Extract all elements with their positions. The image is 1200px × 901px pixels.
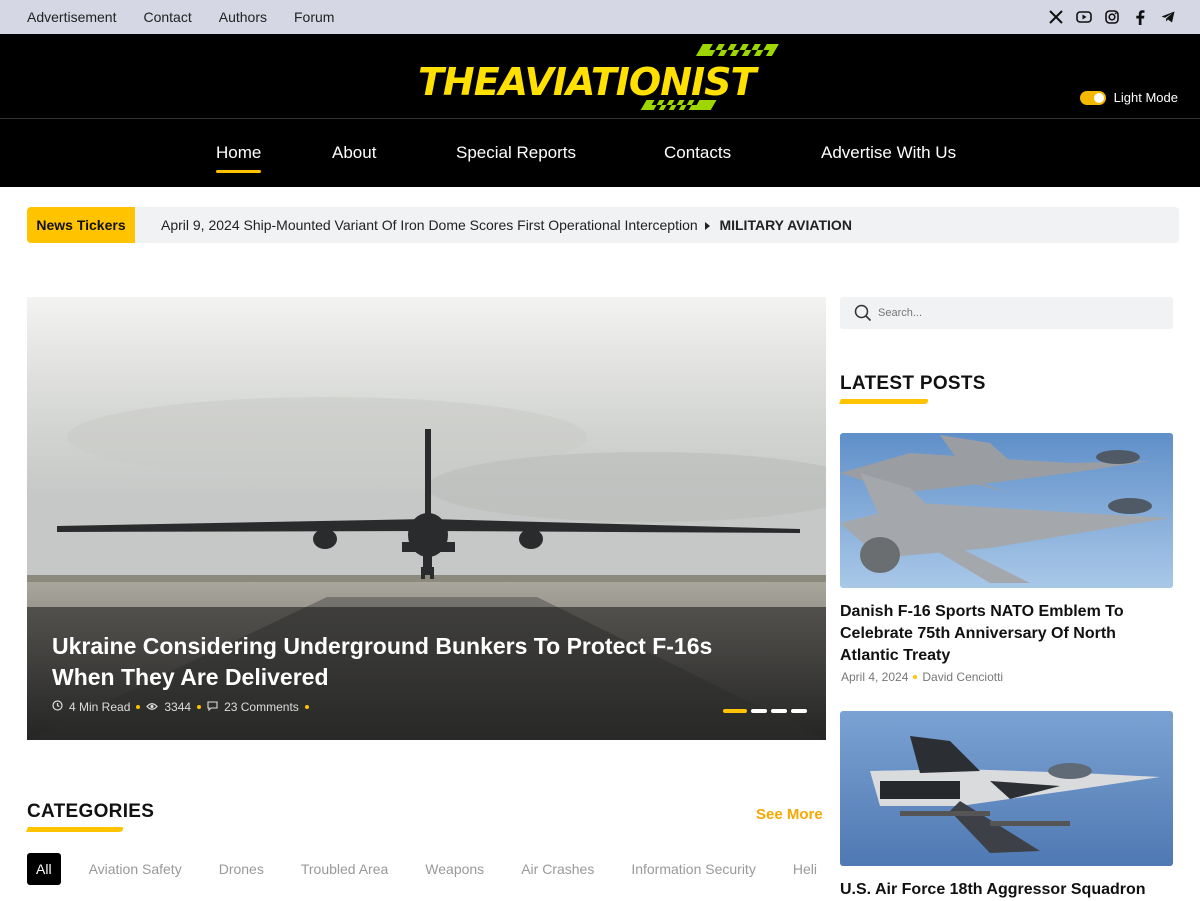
latest-posts-heading: LATEST POSTS [839,373,986,404]
clock-icon [52,700,63,714]
telegram-icon[interactable] [1160,9,1176,25]
category-chip-drones[interactable]: Drones [219,861,264,877]
post-thumbnail[interactable] [840,433,1173,588]
top-link-authors[interactable]: Authors [219,9,267,25]
comment-count[interactable]: 23 Comments [224,700,299,714]
see-more-link[interactable]: See More [756,806,823,823]
nav-about[interactable]: About [332,143,376,163]
read-time: 4 Min Read [69,700,131,714]
nav-contacts[interactable]: Contacts [664,143,731,163]
category-chip-air-crashes[interactable]: Air Crashes [521,861,594,877]
meta-separator [136,705,141,709]
category-chip-all[interactable]: All [27,852,61,885]
top-link-forum[interactable]: Forum [294,9,334,25]
ticker-label: News Tickers [27,207,135,243]
ticker-category[interactable]: MILITARY AVIATION [719,217,851,233]
categories-title: CATEGORIES [27,801,155,822]
slider-pagination [723,709,807,713]
post-title[interactable]: Danish F-16 Sports NATO Emblem To Celebr… [840,601,1160,667]
slide-dot[interactable] [723,709,747,713]
nav-home[interactable]: Home [216,143,262,173]
heading-underline [839,399,929,404]
post-date: April 4, 2024 [841,670,909,684]
light-mode-toggle[interactable] [1079,90,1106,105]
search-input[interactable] [878,307,1138,319]
top-links: Advertisement Contact Authors Forum [27,0,334,34]
hero-slider[interactable]: Ukraine Considering Underground Bunkers … [27,297,826,740]
facebook-icon[interactable] [1132,9,1148,25]
heading-underline [26,827,124,832]
hero-title[interactable]: Ukraine Considering Underground Bunkers … [52,631,732,693]
post-thumbnail[interactable] [840,711,1173,866]
x-icon[interactable] [1048,9,1064,25]
category-chip-troubled-area[interactable]: Troubled Area [301,861,388,877]
meta-separator [304,705,309,709]
nav-special-reports[interactable]: Special Reports [456,143,576,163]
top-link-advertisement[interactable]: Advertisement [27,9,116,25]
news-ticker: News Tickers April 9, 2024 Ship-Mounted … [27,207,1179,243]
sidebar-search [840,297,1173,329]
meta-separator [197,705,202,709]
category-filter: All Aviation Safety Drones Troubled Area… [27,852,827,885]
slide-dot[interactable] [771,709,787,713]
ticker-headline[interactable]: April 9, 2024 Ship-Mounted Variant Of Ir… [161,217,852,233]
category-chip-heli[interactable]: Heli [793,861,817,877]
category-chip-information-security[interactable]: Information Security [631,861,756,877]
post-image [840,711,1173,866]
categories-heading: CATEGORIES [26,801,155,832]
top-link-contact[interactable]: Contact [143,9,191,25]
post-image [840,433,1173,588]
hero-meta: 4 Min Read 3344 23 Comments [52,700,309,714]
latest-posts-title: LATEST POSTS [840,373,986,394]
caret-right-icon [704,222,710,231]
meta-separator [913,675,918,679]
eye-icon [146,700,159,714]
masthead: THEAVIATIONIST Light Mode [0,34,1200,118]
post-meta: April 4, 2024 David Cenciotti [841,670,1003,684]
youtube-icon[interactable] [1076,9,1092,25]
category-chip-aviation-safety[interactable]: Aviation Safety [89,861,182,877]
top-bar: Advertisement Contact Authors Forum [0,0,1200,34]
search-icon[interactable] [854,304,872,322]
post-author[interactable]: David Cenciotti [922,670,1003,684]
ticker-text[interactable]: April 9, 2024 Ship-Mounted Variant Of Ir… [161,217,698,233]
slide-dot[interactable] [791,709,807,713]
comment-icon [207,700,218,714]
post-title[interactable]: U.S. Air Force 18th Aggressor Squadron [840,879,1160,901]
slide-dot[interactable] [751,709,767,713]
site-logo[interactable]: THEAVIATIONIST [418,42,784,114]
main-nav: Home About Special Reports Contacts Adve… [0,118,1200,187]
social-links [1048,0,1176,34]
view-count: 3344 [164,700,192,714]
instagram-icon[interactable] [1104,9,1120,25]
logo-text: THEAVIATIONIST [418,60,756,104]
nav-advertise[interactable]: Advertise With Us [821,143,956,163]
light-mode-label: Light Mode [1113,90,1178,105]
theme-switch: Light Mode [1079,90,1178,105]
category-chip-weapons[interactable]: Weapons [425,861,484,877]
